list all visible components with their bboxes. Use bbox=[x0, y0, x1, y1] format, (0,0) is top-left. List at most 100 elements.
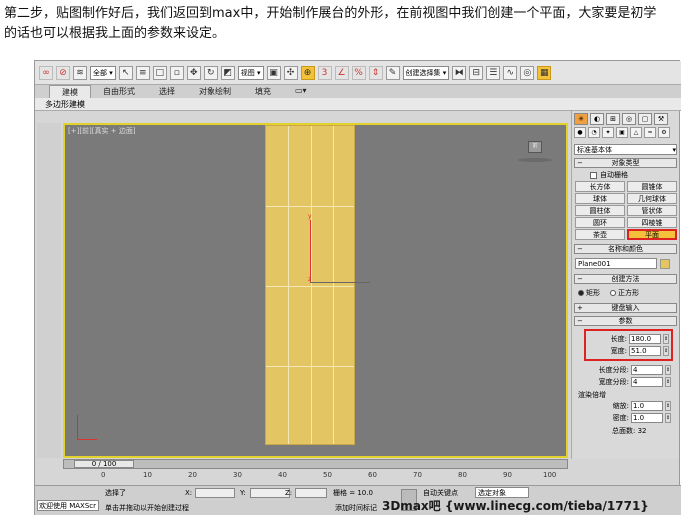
plane-object[interactable] bbox=[265, 125, 355, 445]
named-selection-value: 创建选择集 bbox=[405, 68, 441, 77]
autogrid-checkbox[interactable] bbox=[590, 171, 597, 179]
name-color-rollout[interactable]: − 名称和颜色 bbox=[574, 244, 677, 254]
viewcube-icon[interactable]: 前 bbox=[528, 141, 542, 153]
utilities-tab-icon[interactable]: ⚒ bbox=[654, 113, 668, 125]
spinner-snap-icon[interactable]: ⇕ bbox=[368, 65, 383, 80]
cone-button[interactable]: 圆锥体 bbox=[627, 181, 677, 192]
front-viewport[interactable]: [+][前][真实 + 边面] y z 前 bbox=[63, 123, 568, 458]
tab-populate[interactable]: 填充 bbox=[243, 85, 283, 98]
lights-icon[interactable]: ✦ bbox=[602, 127, 614, 138]
length-segs-spinner-icon[interactable]: ⇕ bbox=[665, 365, 671, 375]
tab-object-paint[interactable]: 对象绘制 bbox=[187, 85, 243, 98]
display-tab-icon[interactable]: ▢ bbox=[638, 113, 652, 125]
named-selection-dropdown[interactable]: 创建选择集 ▾ bbox=[402, 65, 450, 80]
curve-editor-icon[interactable]: ∿ bbox=[503, 65, 518, 80]
modify-tab-icon[interactable]: ◐ bbox=[590, 113, 604, 125]
time-slider[interactable]: 0 / 100 bbox=[74, 460, 134, 468]
hierarchy-tab-icon[interactable]: ⊞ bbox=[606, 113, 620, 125]
viewport-label[interactable]: [+][前][真实 + 边面] bbox=[68, 126, 136, 136]
teapot-button[interactable]: 茶壶 bbox=[575, 229, 625, 240]
motion-tab-icon[interactable]: ◎ bbox=[622, 113, 636, 125]
polygon-modeling-label[interactable]: 多边形建模 bbox=[45, 99, 85, 110]
tutorial-line-2: 的话也可以根据我上面的参数来设定。 bbox=[4, 26, 226, 41]
select-object-icon[interactable]: ↖ bbox=[118, 65, 133, 80]
snap-3d-icon[interactable]: 3 bbox=[317, 65, 332, 80]
box-button[interactable]: 长方体 bbox=[575, 181, 625, 192]
length-field[interactable]: 180.0 bbox=[629, 334, 661, 344]
parameters-rollout[interactable]: − 参数 bbox=[574, 316, 677, 326]
tab-selection[interactable]: 选择 bbox=[147, 85, 187, 98]
material-editor-icon[interactable]: ◎ bbox=[520, 65, 535, 80]
select-by-name-icon[interactable]: ≡ bbox=[135, 65, 150, 80]
edit-named-selection-icon[interactable]: ✎ bbox=[385, 65, 400, 80]
object-type-rollout[interactable]: − 对象类型 bbox=[574, 158, 677, 168]
bind-icon[interactable]: ≋ bbox=[73, 65, 87, 80]
shapes-icon[interactable]: ◔ bbox=[588, 127, 600, 138]
prompt-hint: 单击并拖动以开始创建过程 bbox=[105, 504, 189, 512]
ribbon-tabs: 建模 自由形式 选择 对象绘制 填充 ▭▾ bbox=[35, 85, 681, 98]
rectangle-label: 矩形 bbox=[586, 289, 600, 297]
rectangle-radio[interactable]: 矩形 bbox=[578, 288, 600, 298]
density-field[interactable]: 1.0 bbox=[631, 413, 663, 423]
selection-filter-dropdown[interactable]: 全部 ▾ bbox=[90, 65, 116, 80]
width-segs-field[interactable]: 4 bbox=[631, 377, 663, 387]
width-spinner-icon[interactable]: ⇕ bbox=[663, 346, 669, 356]
width-segs-spinner-icon[interactable]: ⇕ bbox=[665, 377, 671, 387]
pyramid-button[interactable]: 四棱锥 bbox=[627, 217, 677, 228]
layer-manager-icon[interactable]: ☰ bbox=[486, 65, 501, 80]
faces-value: 32 bbox=[637, 427, 647, 435]
object-name-field[interactable]: Plane001 bbox=[575, 258, 657, 269]
density-spinner-icon[interactable]: ⇕ bbox=[665, 413, 671, 423]
cylinder-button[interactable]: 圆柱体 bbox=[575, 205, 625, 216]
time-slider-track[interactable]: 0 / 100 bbox=[63, 459, 568, 469]
radio-dot bbox=[610, 290, 616, 296]
tab-modeling[interactable]: 建模 bbox=[49, 85, 91, 98]
geosphere-button[interactable]: 几何球体 bbox=[627, 193, 677, 204]
rect-region-icon[interactable]: □ bbox=[152, 65, 167, 80]
length-segs-field[interactable]: 4 bbox=[631, 365, 663, 375]
geometry-icon[interactable]: ● bbox=[574, 127, 586, 138]
helpers-icon[interactable]: △ bbox=[630, 127, 642, 138]
render-setup-icon[interactable]: ▦ bbox=[537, 65, 552, 80]
ruler-tick: 30 bbox=[233, 471, 242, 479]
rotate-icon[interactable]: ↻ bbox=[203, 65, 218, 80]
window-crossing-icon[interactable]: ▫ bbox=[169, 65, 184, 80]
percent-snap-icon[interactable]: % bbox=[351, 65, 366, 80]
scale-icon[interactable]: ◩ bbox=[220, 65, 235, 80]
sphere-button[interactable]: 球体 bbox=[575, 193, 625, 204]
z-coord-field[interactable] bbox=[295, 488, 327, 498]
x-coord-field[interactable] bbox=[195, 488, 235, 498]
keyboard-entry-rollout[interactable]: + 键盘输入 bbox=[574, 303, 677, 313]
torus-button[interactable]: 圆环 bbox=[575, 217, 625, 228]
systems-icon[interactable]: ⚙ bbox=[658, 127, 670, 138]
ruler-tick: 100 bbox=[543, 471, 557, 479]
mirror-icon[interactable]: ⧓ bbox=[452, 65, 467, 80]
width-field[interactable]: 51.0 bbox=[629, 346, 661, 356]
object-color-swatch[interactable] bbox=[660, 258, 670, 269]
keyboard-shortcut-icon[interactable]: ⊕ bbox=[300, 65, 315, 80]
reference-coord-dropdown[interactable]: 视图 ▾ bbox=[237, 65, 264, 80]
cameras-icon[interactable]: ▣ bbox=[616, 127, 628, 138]
create-tab-icon[interactable]: ✳ bbox=[574, 113, 588, 125]
ribbon-options-icon[interactable]: ▭▾ bbox=[283, 85, 319, 98]
move-icon[interactable]: ✥ bbox=[186, 65, 201, 80]
align-icon[interactable]: ⊟ bbox=[469, 65, 484, 80]
tab-freeform[interactable]: 自由形式 bbox=[91, 85, 147, 98]
tube-button[interactable]: 管状体 bbox=[627, 205, 677, 216]
plane-button[interactable]: 平面 bbox=[627, 229, 677, 240]
angle-snap-icon[interactable]: ∠ bbox=[334, 65, 349, 80]
maxscript-listener[interactable]: 欢迎使用 MAXScr bbox=[37, 500, 99, 511]
scale-field[interactable]: 1.0 bbox=[631, 401, 663, 411]
square-radio[interactable]: 正方形 bbox=[610, 288, 639, 298]
unlink-icon[interactable]: ⊘ bbox=[56, 65, 70, 80]
creation-method-rollout[interactable]: − 创建方法 bbox=[574, 274, 677, 284]
y-coord-field[interactable] bbox=[250, 488, 290, 498]
pivot-icon[interactable]: ▣ bbox=[266, 65, 281, 80]
scale-spinner-icon[interactable]: ⇕ bbox=[665, 401, 671, 411]
spacewarps-icon[interactable]: ≈ bbox=[644, 127, 656, 138]
select-manipulate-icon[interactable]: ✣ bbox=[283, 65, 298, 80]
add-time-tag[interactable]: 添加时间标记 bbox=[335, 503, 377, 513]
length-spinner-icon[interactable]: ⇕ bbox=[663, 334, 669, 344]
geometry-type-dropdown[interactable]: 标准基本体 ▾ bbox=[574, 144, 677, 155]
link-icon[interactable]: ∞ bbox=[39, 65, 53, 80]
